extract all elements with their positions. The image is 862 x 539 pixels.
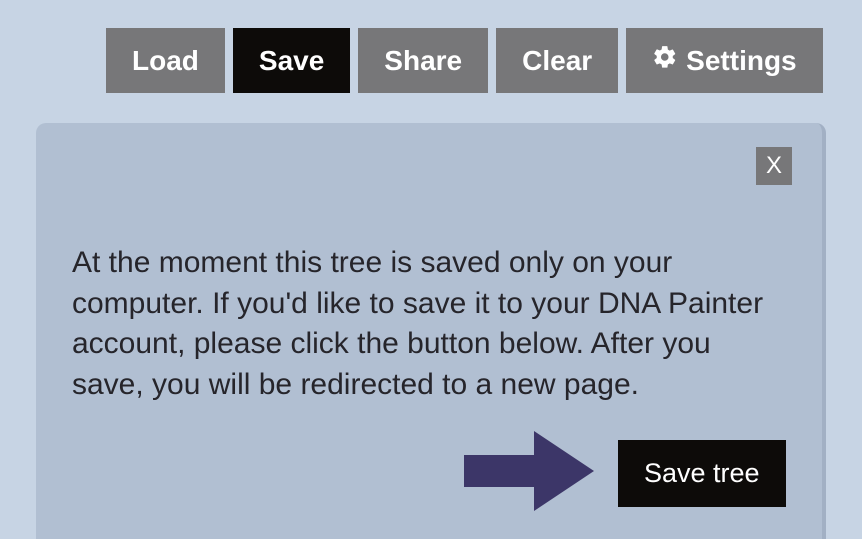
settings-button[interactable]: Settings — [626, 28, 822, 93]
arrow-right-icon — [464, 425, 594, 522]
close-button[interactable]: X — [756, 147, 792, 185]
panel-actions: Save tree — [72, 425, 786, 522]
save-panel: X At the moment this tree is saved only … — [36, 123, 826, 539]
gear-icon — [652, 44, 678, 77]
clear-button[interactable]: Clear — [496, 28, 618, 93]
load-button[interactable]: Load — [106, 28, 225, 93]
save-tree-button[interactable]: Save tree — [618, 440, 786, 507]
toolbar: Load Save Share Clear Settings — [0, 0, 862, 93]
panel-message: At the moment this tree is saved only on… — [72, 243, 772, 405]
save-button[interactable]: Save — [233, 28, 350, 93]
settings-label: Settings — [686, 45, 796, 77]
share-button[interactable]: Share — [358, 28, 488, 93]
